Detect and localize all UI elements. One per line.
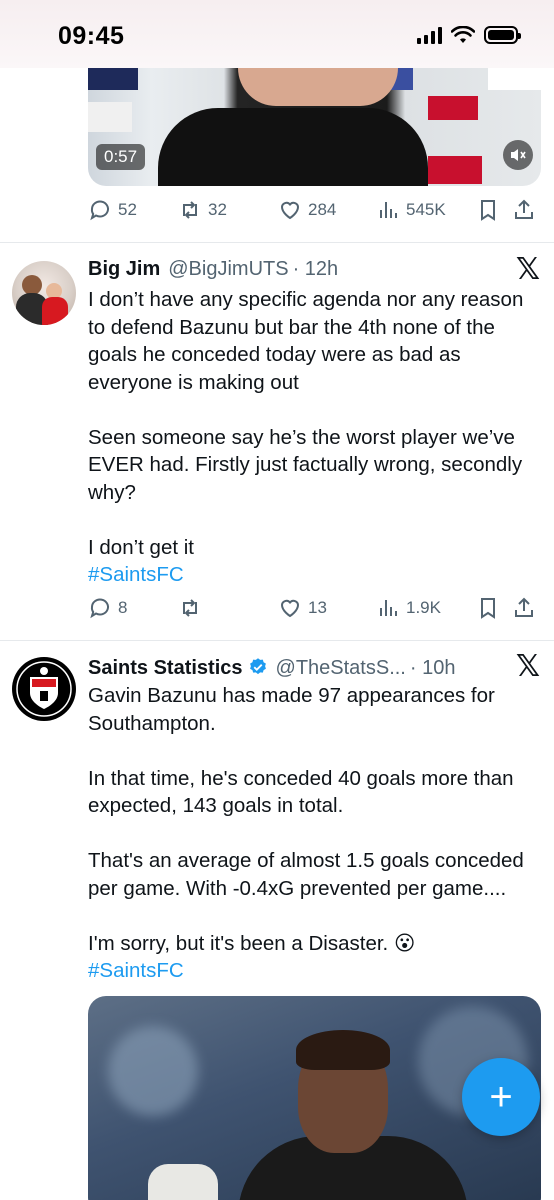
share-icon xyxy=(515,597,533,617)
video-duration: 0:57 xyxy=(96,144,146,170)
tweet-paragraph: I don’t get it xyxy=(88,535,194,559)
author-handle[interactable]: @TheStatsS... xyxy=(276,657,406,680)
tweet-paragraph: That's an average of almost 1.5 goals co… xyxy=(88,849,524,900)
tweet-paragraph: Gavin Bazunu has made 97 appearances for… xyxy=(88,684,495,735)
reply-count: 52 xyxy=(118,200,137,219)
share-button[interactable] xyxy=(512,198,540,222)
views-icon xyxy=(380,202,397,218)
bookmark-button[interactable] xyxy=(476,198,512,222)
author-handle[interactable]: @BigJimUTS xyxy=(168,258,288,281)
like-count: 284 xyxy=(308,200,337,219)
tweet-header: Saints Statistics @TheStatsS... · 10h xyxy=(88,654,524,680)
views-button[interactable]: 545K xyxy=(376,198,476,222)
reply-button[interactable]: 52 xyxy=(88,198,178,222)
cellular-signal-icon xyxy=(417,26,442,44)
heart-icon xyxy=(280,201,300,220)
divider xyxy=(0,640,554,641)
hashtag-link[interactable]: #SaintsFC xyxy=(88,957,538,985)
status-time: 09:45 xyxy=(58,22,125,50)
repost-count: 32 xyxy=(208,200,227,219)
avatar[interactable] xyxy=(12,261,76,325)
tweet-paragraph: I'm sorry, but it's been a Disaster. 😮 xyxy=(88,931,416,955)
saints-crest-icon xyxy=(16,661,72,717)
share-icon xyxy=(515,199,533,219)
video-thumbnail[interactable]: 0:57 xyxy=(88,68,541,186)
status-icons xyxy=(417,26,521,44)
author-name[interactable]: Saints Statistics xyxy=(88,657,243,680)
repost-icon xyxy=(183,201,197,219)
mute-icon[interactable] xyxy=(503,140,533,170)
tweet-text: I don’t have any specific agenda nor any… xyxy=(88,286,538,589)
x-logo-icon: 𝕏 xyxy=(515,649,540,684)
action-bar: 8 13 1.9K xyxy=(88,596,540,620)
repost-icon xyxy=(183,599,197,617)
tweet-paragraph: Seen someone say he’s the worst player w… xyxy=(88,425,523,504)
repost-button[interactable]: 32 xyxy=(178,198,278,222)
tweet-paragraph: In that time, he's conceded 40 goals mor… xyxy=(88,766,514,818)
reply-icon xyxy=(90,200,109,221)
views-count: 1.9K xyxy=(406,598,441,617)
bookmark-icon xyxy=(481,200,495,221)
tweet-time: · 12h xyxy=(292,258,339,280)
reply-count: 8 xyxy=(118,598,128,617)
author-name[interactable]: Big Jim xyxy=(88,258,160,281)
compose-button[interactable]: + xyxy=(462,1058,540,1136)
verified-badge-icon xyxy=(249,658,266,675)
status-bar: 09:45 xyxy=(0,0,554,68)
views-icon xyxy=(380,600,397,616)
like-count: 13 xyxy=(308,598,327,617)
hashtag-link[interactable]: #SaintsFC xyxy=(88,561,538,589)
avatar[interactable] xyxy=(12,657,76,721)
divider xyxy=(0,242,554,243)
tweet-text: Gavin Bazunu has made 97 appearances for… xyxy=(88,682,538,985)
x-logo-icon: 𝕏 xyxy=(515,252,540,287)
battery-icon xyxy=(484,26,521,44)
tweet-header: Big Jim @BigJimUTS · 12h xyxy=(88,258,524,281)
action-bar: 52 32 284 545K xyxy=(88,198,540,222)
reply-button[interactable]: 8 xyxy=(88,596,178,620)
like-button[interactable]: 13 xyxy=(278,596,376,620)
heart-icon xyxy=(280,599,300,618)
tweet-time: · 10h xyxy=(409,657,456,679)
tweet-paragraph: I don’t have any specific agenda nor any… xyxy=(88,288,524,394)
wifi-icon xyxy=(451,26,475,43)
views-count: 545K xyxy=(406,200,446,219)
bookmark-icon xyxy=(481,598,495,619)
bookmark-button[interactable] xyxy=(476,596,512,620)
repost-button[interactable] xyxy=(178,596,278,620)
like-button[interactable]: 284 xyxy=(278,198,376,222)
reply-icon xyxy=(90,598,109,619)
share-button[interactable] xyxy=(512,596,540,620)
views-button[interactable]: 1.9K xyxy=(376,596,476,620)
plus-icon: + xyxy=(489,1075,513,1119)
